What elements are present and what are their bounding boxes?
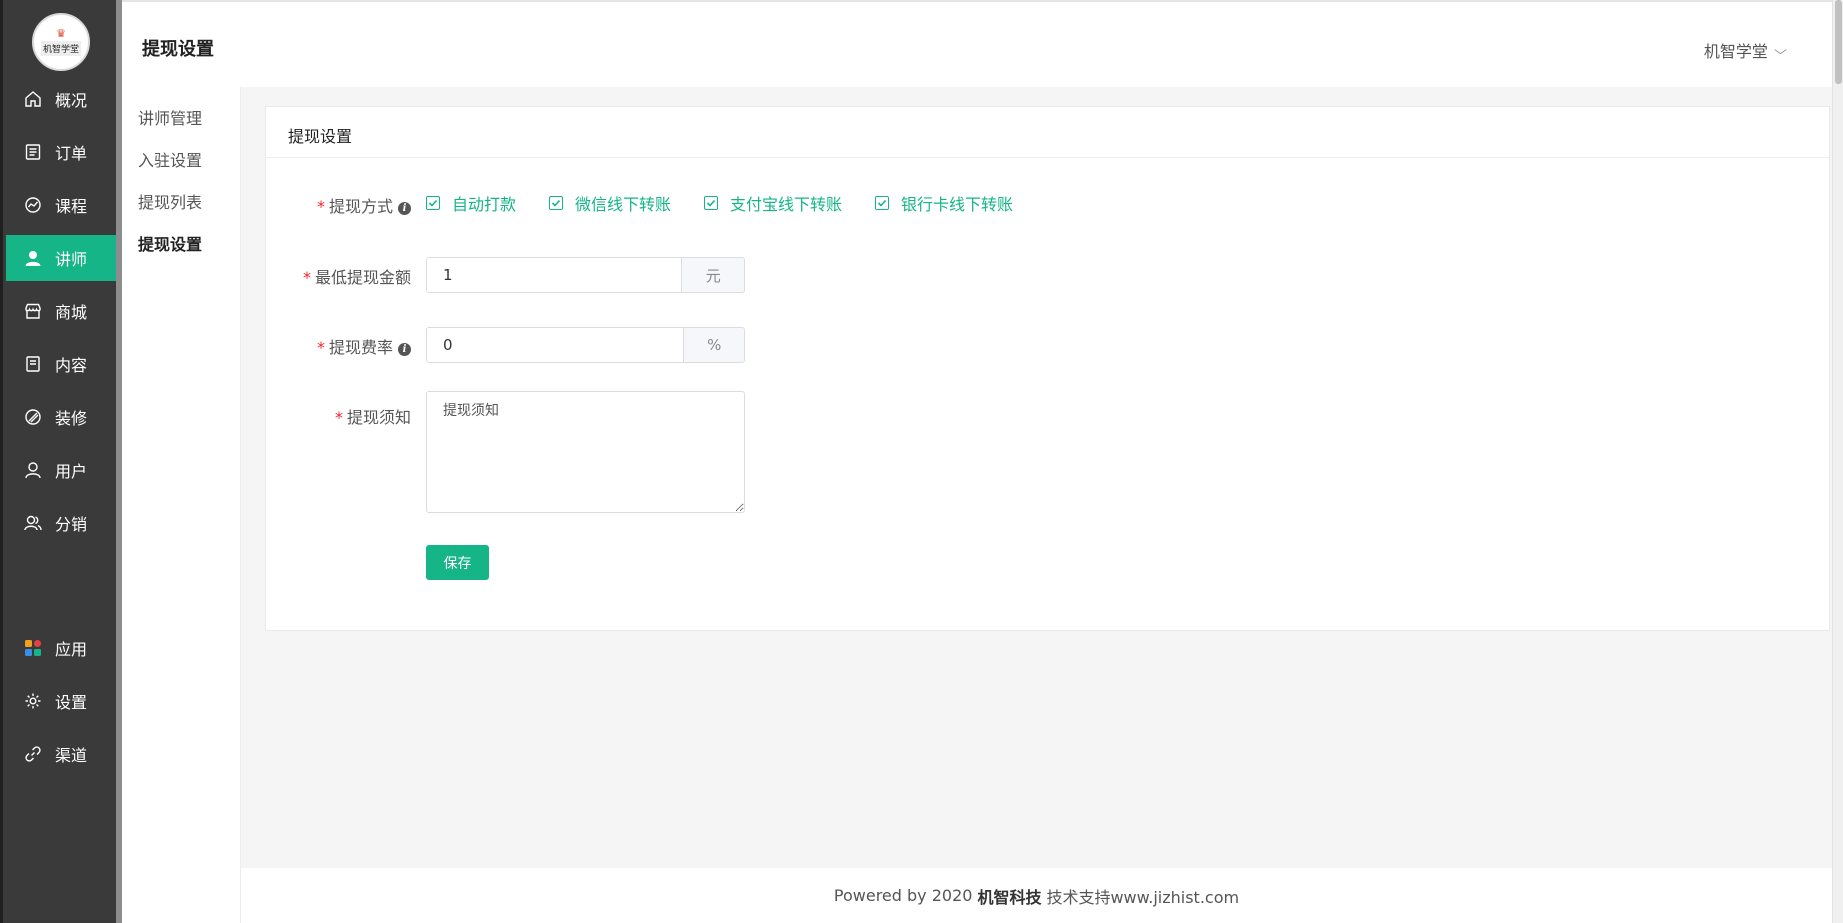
course-icon (23, 195, 43, 215)
submenu-item-teacher-management[interactable]: 讲师管理 (138, 105, 202, 129)
sidebar-item-teachers[interactable]: 讲师 (6, 235, 119, 281)
submenu-item-withdrawal-list[interactable]: 提现列表 (138, 189, 202, 213)
chevron-down-icon: ⌵ (1774, 42, 1787, 57)
notice-textarea[interactable]: 提现须知 (426, 391, 745, 513)
sidebar-item-label: 内容 (55, 356, 88, 375)
card-title: 提现设置 (288, 127, 353, 146)
min-amount-input-group: 元 (426, 257, 745, 293)
distribution-icon (23, 513, 43, 533)
notice-label: * 提现须知 (334, 408, 411, 427)
submenu-item-withdrawal-settings[interactable]: 提现设置 (138, 231, 202, 255)
page-title: 提现设置 (142, 39, 214, 60)
sidebar-item-label: 装修 (55, 409, 88, 428)
sidebar-item-channels[interactable]: 渠道 (6, 731, 119, 777)
min-amount-input[interactable] (427, 258, 682, 292)
sidebar-item-apps[interactable]: 应用 (6, 625, 119, 671)
sidebar-item-label: 渠道 (55, 746, 88, 765)
check-icon (875, 196, 890, 210)
decorate-icon (23, 407, 43, 427)
checkbox-auto-payout[interactable]: 自动打款 (426, 191, 516, 215)
crown-icon: ♛ (56, 26, 66, 40)
apps-icon (23, 638, 43, 658)
content-icon (23, 354, 43, 374)
sidebar-item-label: 课程 (55, 197, 88, 216)
user-name: 机智学堂 (1703, 42, 1768, 61)
home-icon (23, 89, 43, 109)
required-mark: * (302, 268, 311, 287)
fee-rate-input-group: % (426, 327, 745, 363)
sidebar-item-label: 分销 (55, 515, 88, 534)
check-icon (704, 196, 719, 210)
currency-unit: 元 (681, 258, 744, 292)
sidebar-item-label: 订单 (55, 144, 88, 163)
sidebar-item-orders[interactable]: 订单 (6, 129, 119, 175)
footer: Powered by 2020 机智科技 技术支持www.jizhist.com (241, 868, 1832, 923)
channel-icon (23, 744, 43, 764)
sidebar-item-courses[interactable]: 课程 (6, 182, 119, 228)
store-icon (23, 301, 43, 321)
sidebar-item-decorate[interactable]: 装修 (6, 394, 119, 440)
settings-card: 提现设置 * 提现方式 i 自动打款 微信线下转账 支付宝线下转账 银行卡线下转账 … (265, 106, 1830, 631)
fee-rate-input[interactable] (427, 328, 684, 362)
check-icon (549, 196, 564, 210)
checkbox-alipay-offline[interactable]: 支付宝线下转账 (704, 191, 842, 215)
scrollbar-thumb[interactable] (1835, 0, 1842, 84)
divider (266, 157, 1829, 158)
sidebar-item-label: 商城 (55, 303, 88, 322)
order-icon (23, 142, 43, 162)
percent-unit: % (683, 328, 744, 362)
save-button[interactable]: 保存 (426, 545, 489, 580)
sidebar-item-overview[interactable]: 概况 (6, 76, 119, 122)
footer-company: 机智科技 (977, 887, 1042, 907)
teacher-icon (23, 248, 43, 268)
sidebar-item-settings[interactable]: 设置 (6, 678, 119, 724)
sub-menu: 讲师管理 入驻设置 提现列表 提现设置 (122, 87, 241, 923)
min-amount-label: * 最低提现金额 (302, 268, 411, 287)
info-icon[interactable]: i (398, 202, 411, 215)
sidebar-item-label: 用户 (55, 462, 88, 481)
required-mark: * (316, 197, 325, 216)
method-label: * 提现方式 i (317, 193, 411, 217)
checkbox-wechat-offline[interactable]: 微信线下转账 (549, 191, 671, 215)
sidebar-item-label: 讲师 (55, 250, 88, 269)
submenu-item-onboarding-settings[interactable]: 入驻设置 (138, 147, 202, 171)
sidebar-item-label: 应用 (55, 640, 88, 659)
fee-rate-label: * 提现费率 i (317, 334, 411, 358)
check-icon (426, 196, 440, 210)
sidebar-item-label: 设置 (55, 693, 88, 712)
sidebar-item-content[interactable]: 内容 (6, 341, 119, 387)
footer-prefix: Powered by 2020 (833, 886, 973, 905)
top-header: 提现设置 机智学堂 ⌵ (122, 0, 1843, 87)
required-mark: * (334, 408, 343, 427)
scrollbar[interactable] (1832, 0, 1843, 923)
main-sidebar: ♛ 机智学堂 概况 订单 课程 讲师 商城 内容 装修 用户 分销 应用 设置 … (0, 0, 119, 923)
sidebar-item-distribution[interactable]: 分销 (6, 500, 119, 546)
user-menu[interactable]: 机智学堂 ⌵ (1703, 38, 1787, 62)
logo-text: 机智学堂 (40, 40, 81, 56)
logo[interactable]: ♛ 机智学堂 (32, 13, 90, 71)
sidebar-item-label: 概况 (55, 91, 88, 110)
sidebar-item-store[interactable]: 商城 (6, 288, 119, 334)
footer-suffix: 技术支持www.jizhist.com (1046, 887, 1240, 907)
info-icon[interactable]: i (398, 343, 411, 356)
checkbox-bankcard-offline[interactable]: 银行卡线下转账 (875, 191, 1013, 215)
gear-icon (23, 691, 43, 711)
user-icon (23, 460, 43, 480)
required-mark: * (316, 338, 325, 357)
method-checkbox-group: 自动打款 微信线下转账 支付宝线下转账 银行卡线下转账 (426, 191, 1046, 215)
sidebar-item-users[interactable]: 用户 (6, 447, 119, 493)
